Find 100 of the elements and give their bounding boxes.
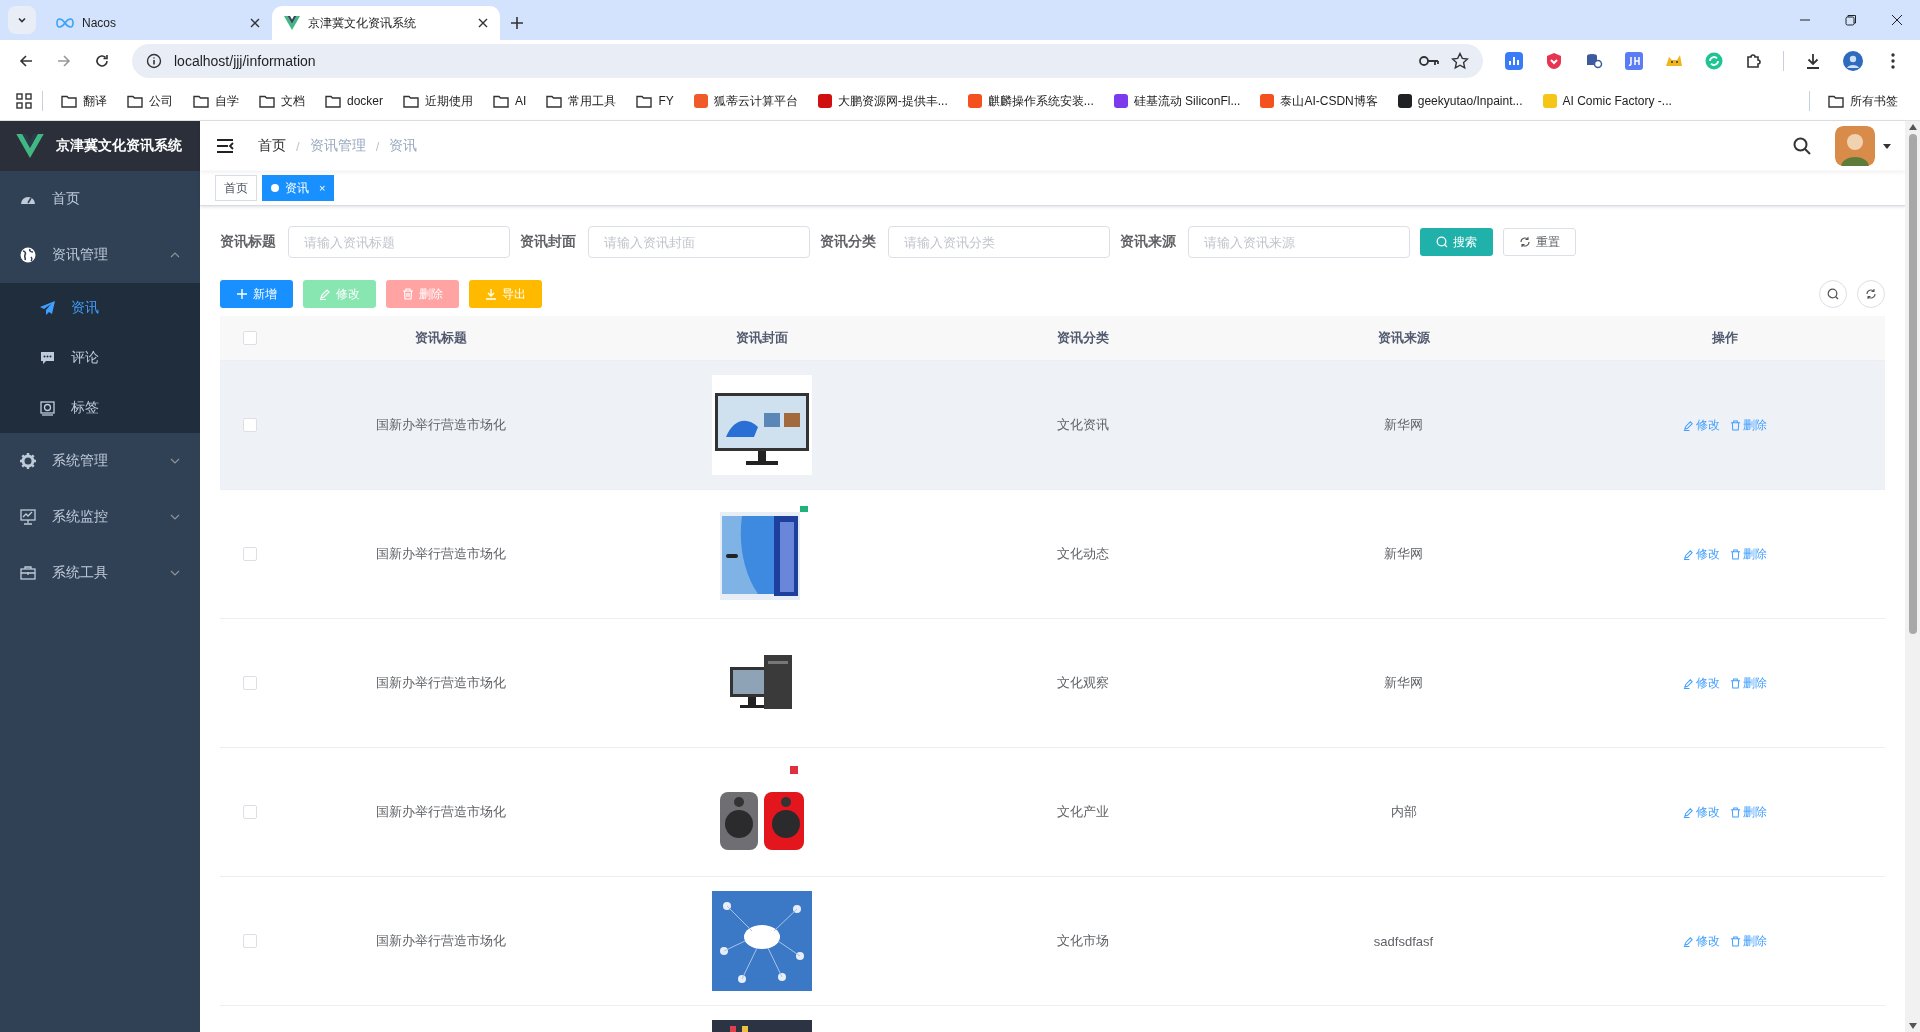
- bookmark[interactable]: 翻译: [53, 88, 115, 114]
- breadcrumb-item: 资讯: [389, 137, 418, 155]
- browser-tab[interactable]: Nacos: [44, 6, 272, 40]
- plus-icon: [236, 288, 248, 300]
- bookmark[interactable]: AI: [485, 90, 535, 112]
- folder-icon: [325, 94, 341, 108]
- filter-input[interactable]: 请输入资讯分类: [888, 226, 1110, 258]
- folder-icon: [259, 94, 275, 108]
- bookmark[interactable]: 狐蒂云计算平台: [685, 88, 806, 114]
- all-bookmarks[interactable]: 所有书签: [1820, 88, 1906, 114]
- v-logo-icon: [284, 16, 300, 30]
- chevron-icon: [170, 252, 180, 258]
- new-tab-icon[interactable]: [510, 16, 524, 30]
- menu-item[interactable]: 系统监控: [0, 489, 200, 545]
- bookmark[interactable]: 大鹏资源网-提供丰...: [809, 88, 956, 114]
- column-header: 资讯分类: [1056, 330, 1109, 345]
- filter-label: 资讯封面: [520, 233, 577, 251]
- bookmark[interactable]: 近期使用: [395, 88, 482, 114]
- scrollbar[interactable]: [1905, 121, 1920, 1032]
- page-tag[interactable]: 首页: [215, 175, 257, 201]
- table-cell: 国新办举行营造市场化: [375, 803, 506, 821]
- folder-icon: [193, 94, 209, 108]
- chevron-icon: [170, 570, 180, 576]
- address-bar[interactable]: localhost/jjj/information: [132, 44, 1483, 78]
- filter-label: 资讯来源: [1120, 233, 1177, 251]
- column-header: 资讯来源: [1377, 330, 1430, 345]
- bookmark[interactable]: 公司: [119, 88, 181, 114]
- trash-icon: [1729, 419, 1741, 431]
- bookmark[interactable]: 常用工具: [538, 88, 625, 114]
- row-checkbox[interactable]: [243, 676, 257, 690]
- row-checkbox[interactable]: [243, 418, 257, 432]
- chevron-icon: [170, 514, 180, 520]
- folder-icon: [127, 94, 143, 108]
- table-cell: 内部: [1390, 803, 1417, 821]
- folder-icon: [636, 94, 653, 108]
- filter-label: 资讯标题: [220, 233, 277, 251]
- table-cell: 文化产业: [1056, 803, 1109, 821]
- scroll-down-icon[interactable]: [1908, 1023, 1917, 1029]
- infinity-icon: [56, 18, 74, 28]
- table-cell: 国新办举行营造市场化: [375, 932, 506, 950]
- bookmark[interactable]: 泰山AI-CSDN博客: [1252, 88, 1386, 114]
- filter-input[interactable]: 请输入资讯标题: [288, 226, 510, 258]
- reset-button[interactable]: 重置: [1503, 228, 1576, 256]
- search-icon[interactable]: [1793, 137, 1811, 155]
- menu-item[interactable]: 系统工具: [0, 545, 200, 601]
- table-cell: 新华网: [1384, 545, 1423, 563]
- star-icon[interactable]: [1451, 52, 1469, 70]
- browser-tab[interactable]: 京津冀文化资讯系统: [272, 6, 500, 40]
- breadcrumb-separator: /: [296, 138, 300, 154]
- bookmark[interactable]: docker: [317, 90, 392, 112]
- user-avatar[interactable]: [1835, 126, 1875, 166]
- pencil-icon: [1682, 806, 1694, 818]
- key-icon[interactable]: [1419, 55, 1439, 67]
- filter-input[interactable]: 请输入资讯来源: [1188, 226, 1410, 258]
- search-icon: [1436, 236, 1448, 248]
- paper-plane-icon: [40, 301, 55, 315]
- menu-item[interactable]: 资讯管理: [0, 227, 200, 283]
- bookmark[interactable]: FY: [628, 90, 682, 112]
- select-all-checkbox[interactable]: [243, 331, 257, 345]
- close-tab-icon[interactable]: [478, 18, 488, 28]
- submenu-item[interactable]: 评论: [0, 333, 200, 383]
- menu-item[interactable]: 首页: [0, 171, 200, 227]
- filter-input[interactable]: 请输入资讯封面: [588, 226, 810, 258]
- row-checkbox[interactable]: [243, 547, 257, 561]
- pencil-icon: [319, 288, 331, 300]
- bookmark[interactable]: 硅基流动 SiliconFl...: [1105, 88, 1249, 114]
- trash-icon: [402, 288, 414, 300]
- submenu-item[interactable]: 标签: [0, 383, 200, 433]
- bookmark[interactable]: 文档: [251, 88, 313, 114]
- column-header: 资讯封面: [735, 330, 788, 345]
- download-icon: [485, 288, 497, 300]
- breadcrumb-item: 资讯管理: [309, 137, 366, 155]
- pencil-icon: [1682, 548, 1694, 560]
- submenu-item[interactable]: 资讯: [0, 283, 200, 333]
- filter-label: 资讯分类: [820, 233, 877, 251]
- table-cell: 文化观察: [1056, 674, 1109, 692]
- row-checkbox[interactable]: [243, 805, 257, 819]
- trash-icon: [1729, 677, 1741, 689]
- url-text: localhost/jjj/information: [174, 53, 316, 69]
- bookmark[interactable]: AI Comic Factory -...: [1534, 90, 1680, 112]
- menu-item[interactable]: 系统管理: [0, 433, 200, 489]
- table-cell: sadfsdfasf: [1373, 933, 1434, 949]
- globe-icon: [20, 247, 36, 263]
- monitor-icon: [20, 509, 36, 525]
- breadcrumb-separator: /: [375, 138, 380, 154]
- scroll-up-icon[interactable]: [1908, 124, 1917, 130]
- table-cell: 国新办举行营造市场化: [375, 416, 506, 434]
- breadcrumb-item[interactable]: 首页: [258, 137, 286, 155]
- info-icon: [146, 53, 162, 69]
- bookmark[interactable]: 麒麟操作系统安装...: [959, 88, 1102, 114]
- trash-icon: [1729, 548, 1741, 560]
- bookmark[interactable]: geekyutao/Inpaint...: [1389, 90, 1531, 112]
- close-tab-icon[interactable]: [250, 18, 260, 28]
- caret-icon[interactable]: [1883, 143, 1891, 149]
- chat-bubble-icon: [40, 351, 55, 365]
- bookmark[interactable]: 自学: [185, 88, 247, 114]
- gear-icon: [20, 453, 36, 469]
- row-checkbox[interactable]: [243, 934, 257, 948]
- hamburger-icon[interactable]: [216, 139, 234, 153]
- apps-grid-icon[interactable]: [16, 93, 32, 109]
